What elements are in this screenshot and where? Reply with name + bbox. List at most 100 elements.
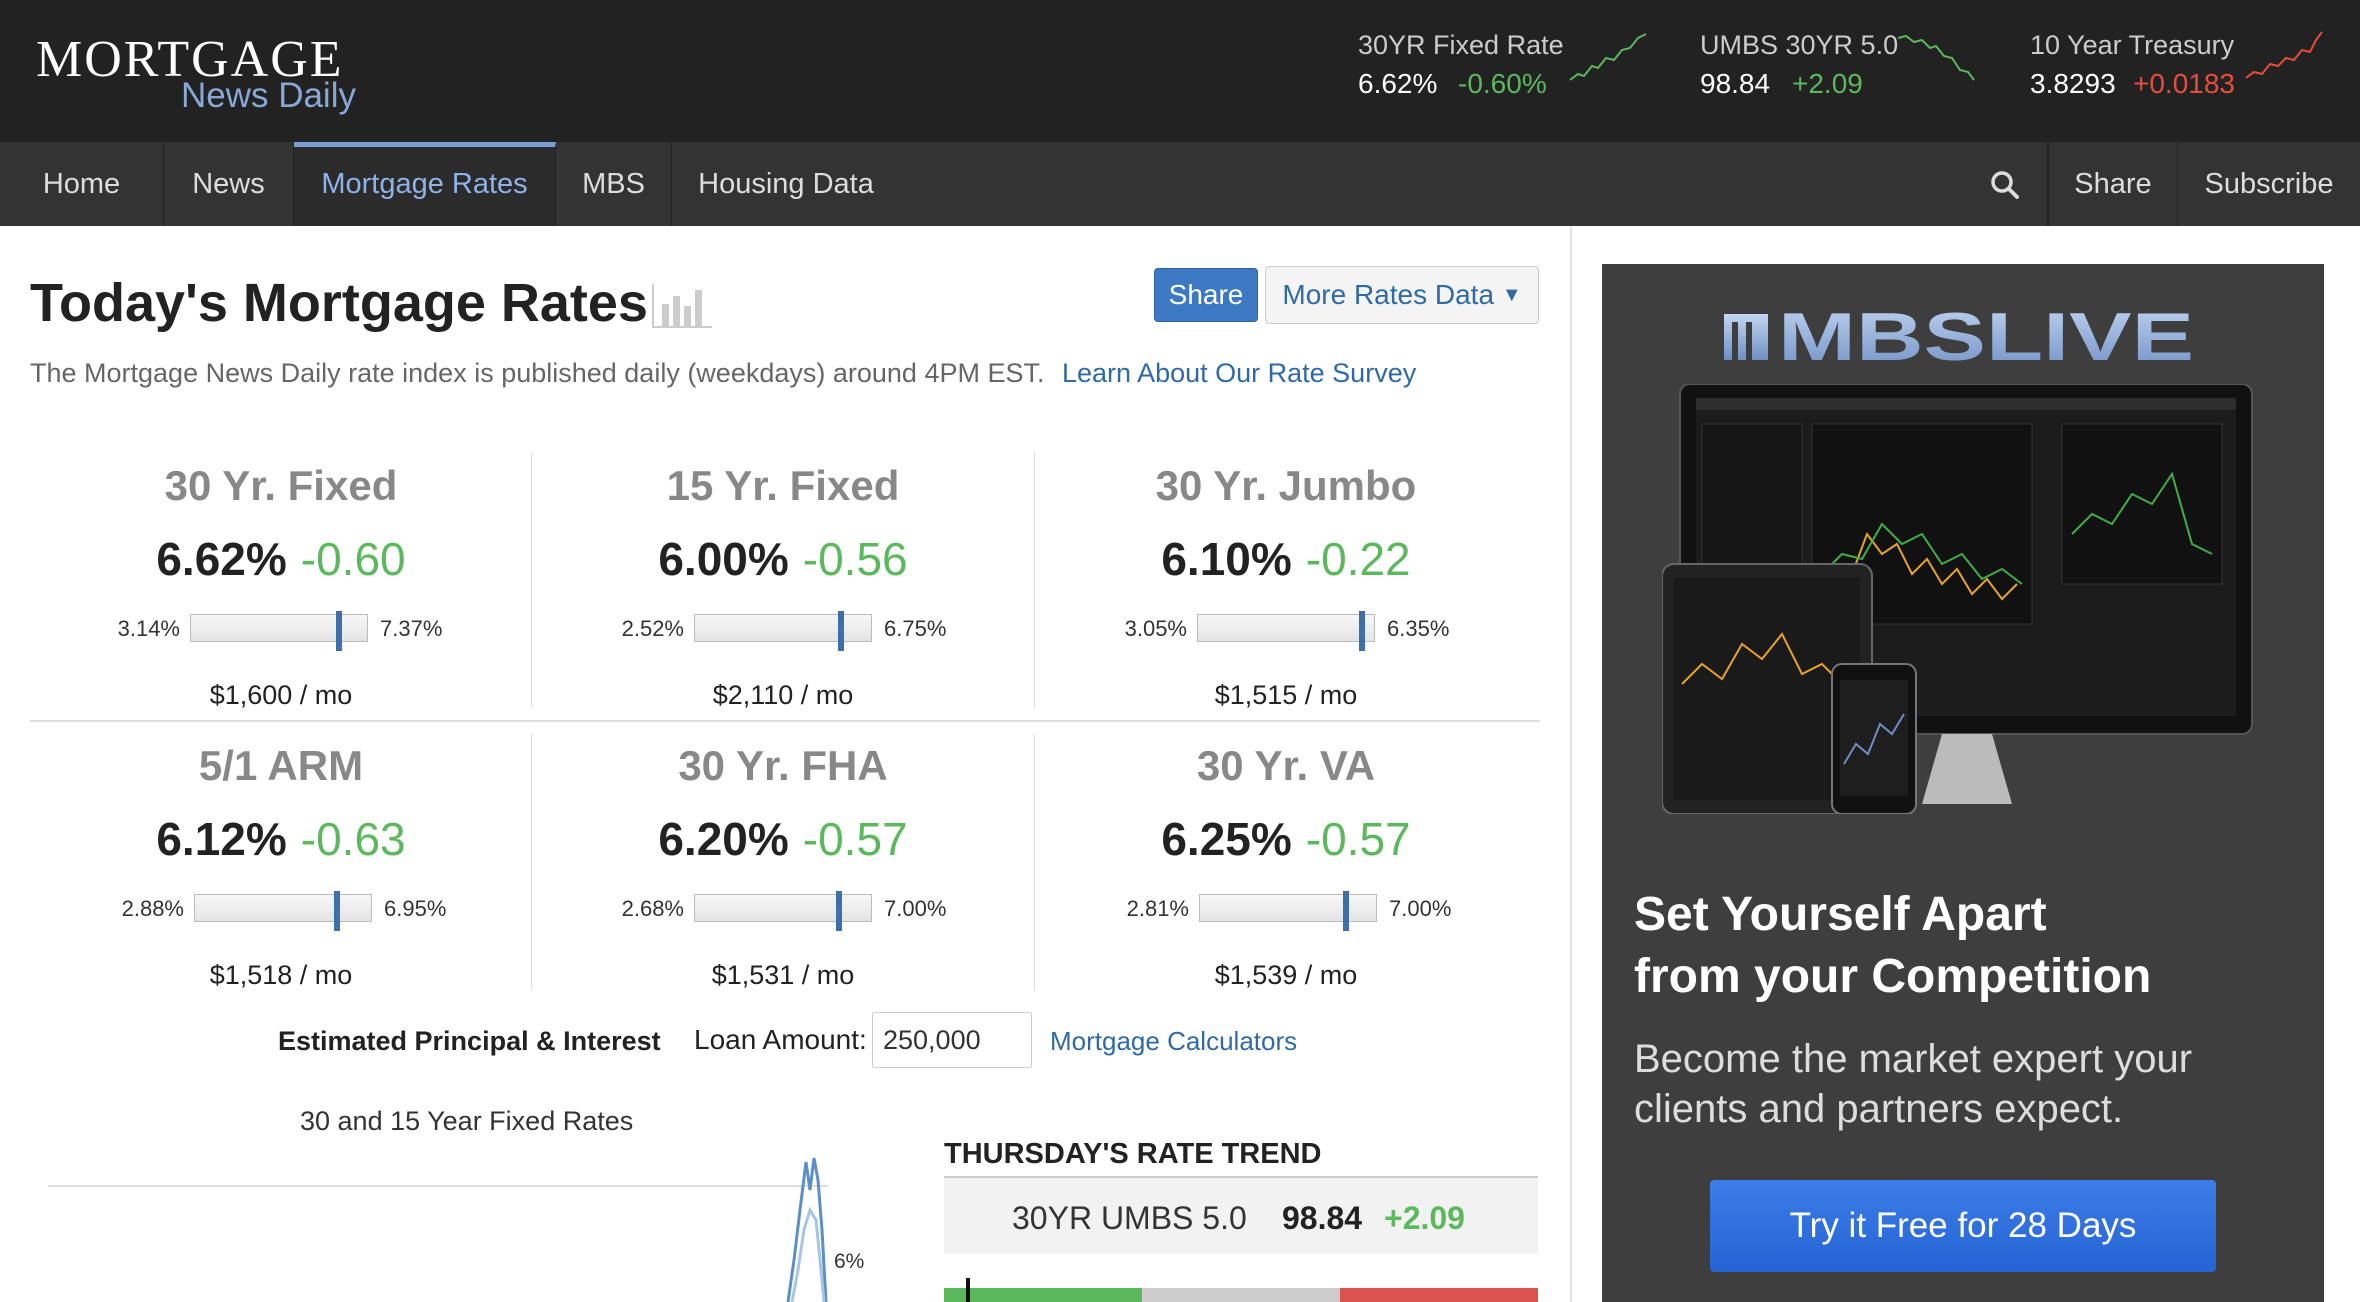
rate-product-name: 15 Yr. Fixed xyxy=(666,462,900,509)
rate-card[interactable]: 15 Yr. Fixed 6.00% -0.56 2.52% 6.75% $2,110 /… xyxy=(532,462,1034,732)
ticker-change: +0.0183 xyxy=(2133,68,2235,99)
ticker-value: 3.8293 xyxy=(2030,68,2116,99)
rate-change: -0.57 xyxy=(802,813,908,865)
range-marker xyxy=(837,611,844,651)
range-marker xyxy=(1358,611,1365,651)
rate-range-bar xyxy=(190,611,368,651)
site-logo[interactable]: MORTGAGE News Daily xyxy=(36,30,356,120)
rate-card[interactable]: 30 Yr. FHA 6.20% -0.57 2.68% 7.00% $1,531 / m… xyxy=(532,742,1034,1012)
nav-share[interactable]: Share xyxy=(2048,142,2178,226)
range-low-label: 3.14% xyxy=(117,616,180,641)
principal-interest-label: Estimated Principal & Interest xyxy=(278,1026,661,1056)
trend-needle xyxy=(966,1278,970,1302)
rate-change: -0.57 xyxy=(1305,813,1411,865)
rate-product-name: 30 Yr. Fixed xyxy=(164,462,398,509)
trend-segment-bad xyxy=(1340,1288,1538,1302)
monthly-payment: $1,515 / mo xyxy=(1214,680,1358,710)
bar-chart-icon[interactable] xyxy=(650,282,714,330)
rate-card[interactable]: 30 Yr. Fixed 6.62% -0.60 3.14% 7.37% $1,600 /… xyxy=(30,462,532,732)
ticker-change: +2.09 xyxy=(1792,68,1863,99)
ad-headline-line: from your Competition xyxy=(1634,950,2152,1003)
range-high-label: 7.37% xyxy=(380,616,443,641)
ticker-umbs-30yr[interactable]: UMBS 30YR 5.0 98.84 +2.09 xyxy=(1700,28,2000,108)
range-low-label: 2.88% xyxy=(121,896,184,921)
ad-headline: Set Yourself Apart from your Competition xyxy=(1634,884,2151,1008)
nav-search[interactable] xyxy=(1962,142,2048,226)
rate-product-name: 30 Yr. Jumbo xyxy=(1155,462,1417,509)
rate-change: -0.60 xyxy=(300,533,406,585)
rate-card[interactable]: 30 Yr. VA 6.25% -0.57 2.81% 7.00% $1,539 / mo xyxy=(1035,742,1537,1012)
nav-home[interactable]: Home xyxy=(0,142,164,226)
nav-mbs[interactable]: MBS xyxy=(556,142,672,226)
ad-headline-line: Set Yourself Apart xyxy=(1634,888,2047,941)
nav-news[interactable]: News xyxy=(164,142,294,226)
rate-trend-box: 30YR UMBS 5.0 98.84 +2.09 xyxy=(944,1176,1538,1254)
rate-trend-meter xyxy=(944,1278,1538,1302)
free-trial-button[interactable]: Try it Free for 28 Days xyxy=(1710,1180,2216,1272)
nav-mortgage-rates[interactable]: Mortgage Rates xyxy=(294,142,556,226)
series-line xyxy=(790,1206,826,1302)
rate-values: 6.12% -0.63 xyxy=(30,812,532,866)
more-rates-label: More Rates Data xyxy=(1282,279,1495,310)
ticker-30yr-fixed[interactable]: 30YR Fixed Rate 6.62% -0.60% xyxy=(1358,28,1658,108)
mbslive-ad[interactable]: MBSLIVE Set Yourself Apart from your Com… xyxy=(1602,264,2324,1302)
rate-value: 6.20% xyxy=(658,813,789,865)
rate-range-bar xyxy=(194,891,372,931)
ticker-label: 10 Year Treasury xyxy=(2030,30,2235,60)
devices-illustration xyxy=(1662,384,2253,814)
range-low-label: 2.81% xyxy=(1126,896,1189,921)
rate-value: 6.10% xyxy=(1161,533,1292,585)
rates-history-chart[interactable]: 6% xyxy=(48,1150,888,1302)
mortgage-calculators-link[interactable]: Mortgage Calculators xyxy=(1050,1026,1297,1057)
trend-segment-neutral xyxy=(1142,1288,1340,1302)
trend-change: +2.09 xyxy=(1384,1200,1465,1236)
range-high-label: 6.75% xyxy=(884,616,947,641)
nav-housing-data[interactable]: Housing Data xyxy=(672,142,900,226)
trend-label: 30YR UMBS 5.0 xyxy=(1012,1200,1247,1236)
rate-value: 6.25% xyxy=(1161,813,1292,865)
range-low-label: 2.52% xyxy=(621,616,684,641)
caret-down-icon: ▼ xyxy=(1501,284,1522,306)
ticker-10yr-treasury[interactable]: 10 Year Treasury 3.8293 +0.0183 xyxy=(2030,28,2330,108)
range-high-label: 6.35% xyxy=(1387,616,1450,641)
ad-body: Become the market expert your clients an… xyxy=(1634,1034,2192,1134)
rate-value: 6.62% xyxy=(156,533,287,585)
mbslive-logo-text: MBSLIVE xyxy=(1778,300,2194,370)
rate-value: 6.12% xyxy=(156,813,287,865)
share-button[interactable]: Share xyxy=(1154,268,1258,322)
rate-range-bar xyxy=(1197,611,1375,651)
nav-subscribe[interactable]: Subscribe xyxy=(2178,142,2360,226)
ticker-value: 6.62% xyxy=(1358,68,1438,99)
mini-chart-title: 30 and 15 Year Fixed Rates xyxy=(300,1106,634,1136)
axis-tick-label: 6% xyxy=(834,1250,864,1273)
rate-values: 6.20% -0.57 xyxy=(532,812,1034,866)
loan-amount-label: Loan Amount: xyxy=(694,1024,867,1055)
mbslive-logo: MBSLIVE xyxy=(1724,300,2194,370)
rate-change: -0.22 xyxy=(1305,533,1411,585)
range-marker xyxy=(836,891,843,931)
rate-product-name: 5/1 ARM xyxy=(198,742,364,789)
rate-product-name: 30 Yr. FHA xyxy=(678,742,888,789)
rate-survey-link[interactable]: Learn About Our Rate Survey xyxy=(1062,358,1416,388)
rate-card[interactable]: 5/1 ARM 6.12% -0.63 2.88% 6.95% $1,518 / mo xyxy=(30,742,532,1012)
rate-card[interactable]: 30 Yr. Jumbo 6.10% -0.22 3.05% 6.35% $1,515 /… xyxy=(1035,462,1537,732)
monthly-payment: $1,531 / mo xyxy=(711,960,855,990)
rate-product-name: 30 Yr. VA xyxy=(1196,742,1376,789)
page-subtitle: The Mortgage News Daily rate index is pu… xyxy=(30,358,1416,389)
range-low-label: 2.68% xyxy=(621,896,684,921)
rate-change: -0.56 xyxy=(802,533,908,585)
rate-value: 6.00% xyxy=(658,533,789,585)
sparkline-icon xyxy=(1897,34,1975,81)
range-high-label: 7.00% xyxy=(1389,896,1452,921)
range-marker xyxy=(335,611,342,651)
loan-amount-input[interactable] xyxy=(872,1012,1032,1068)
rate-trend-title: THURSDAY'S RATE TREND xyxy=(944,1138,1322,1170)
series-line xyxy=(786,1157,828,1302)
ticker-value: 98.84 xyxy=(1700,68,1771,99)
page-title: Today's Mortgage Rates xyxy=(30,273,648,333)
rate-values: 6.00% -0.56 xyxy=(532,532,1034,586)
sidebar-divider xyxy=(1570,226,1572,1302)
monthly-payment: $2,110 / mo xyxy=(712,680,854,710)
more-rates-dropdown[interactable]: More Rates Data ▼ xyxy=(1265,266,1539,324)
ad-body-line: Become the market expert your xyxy=(1634,1037,2193,1081)
